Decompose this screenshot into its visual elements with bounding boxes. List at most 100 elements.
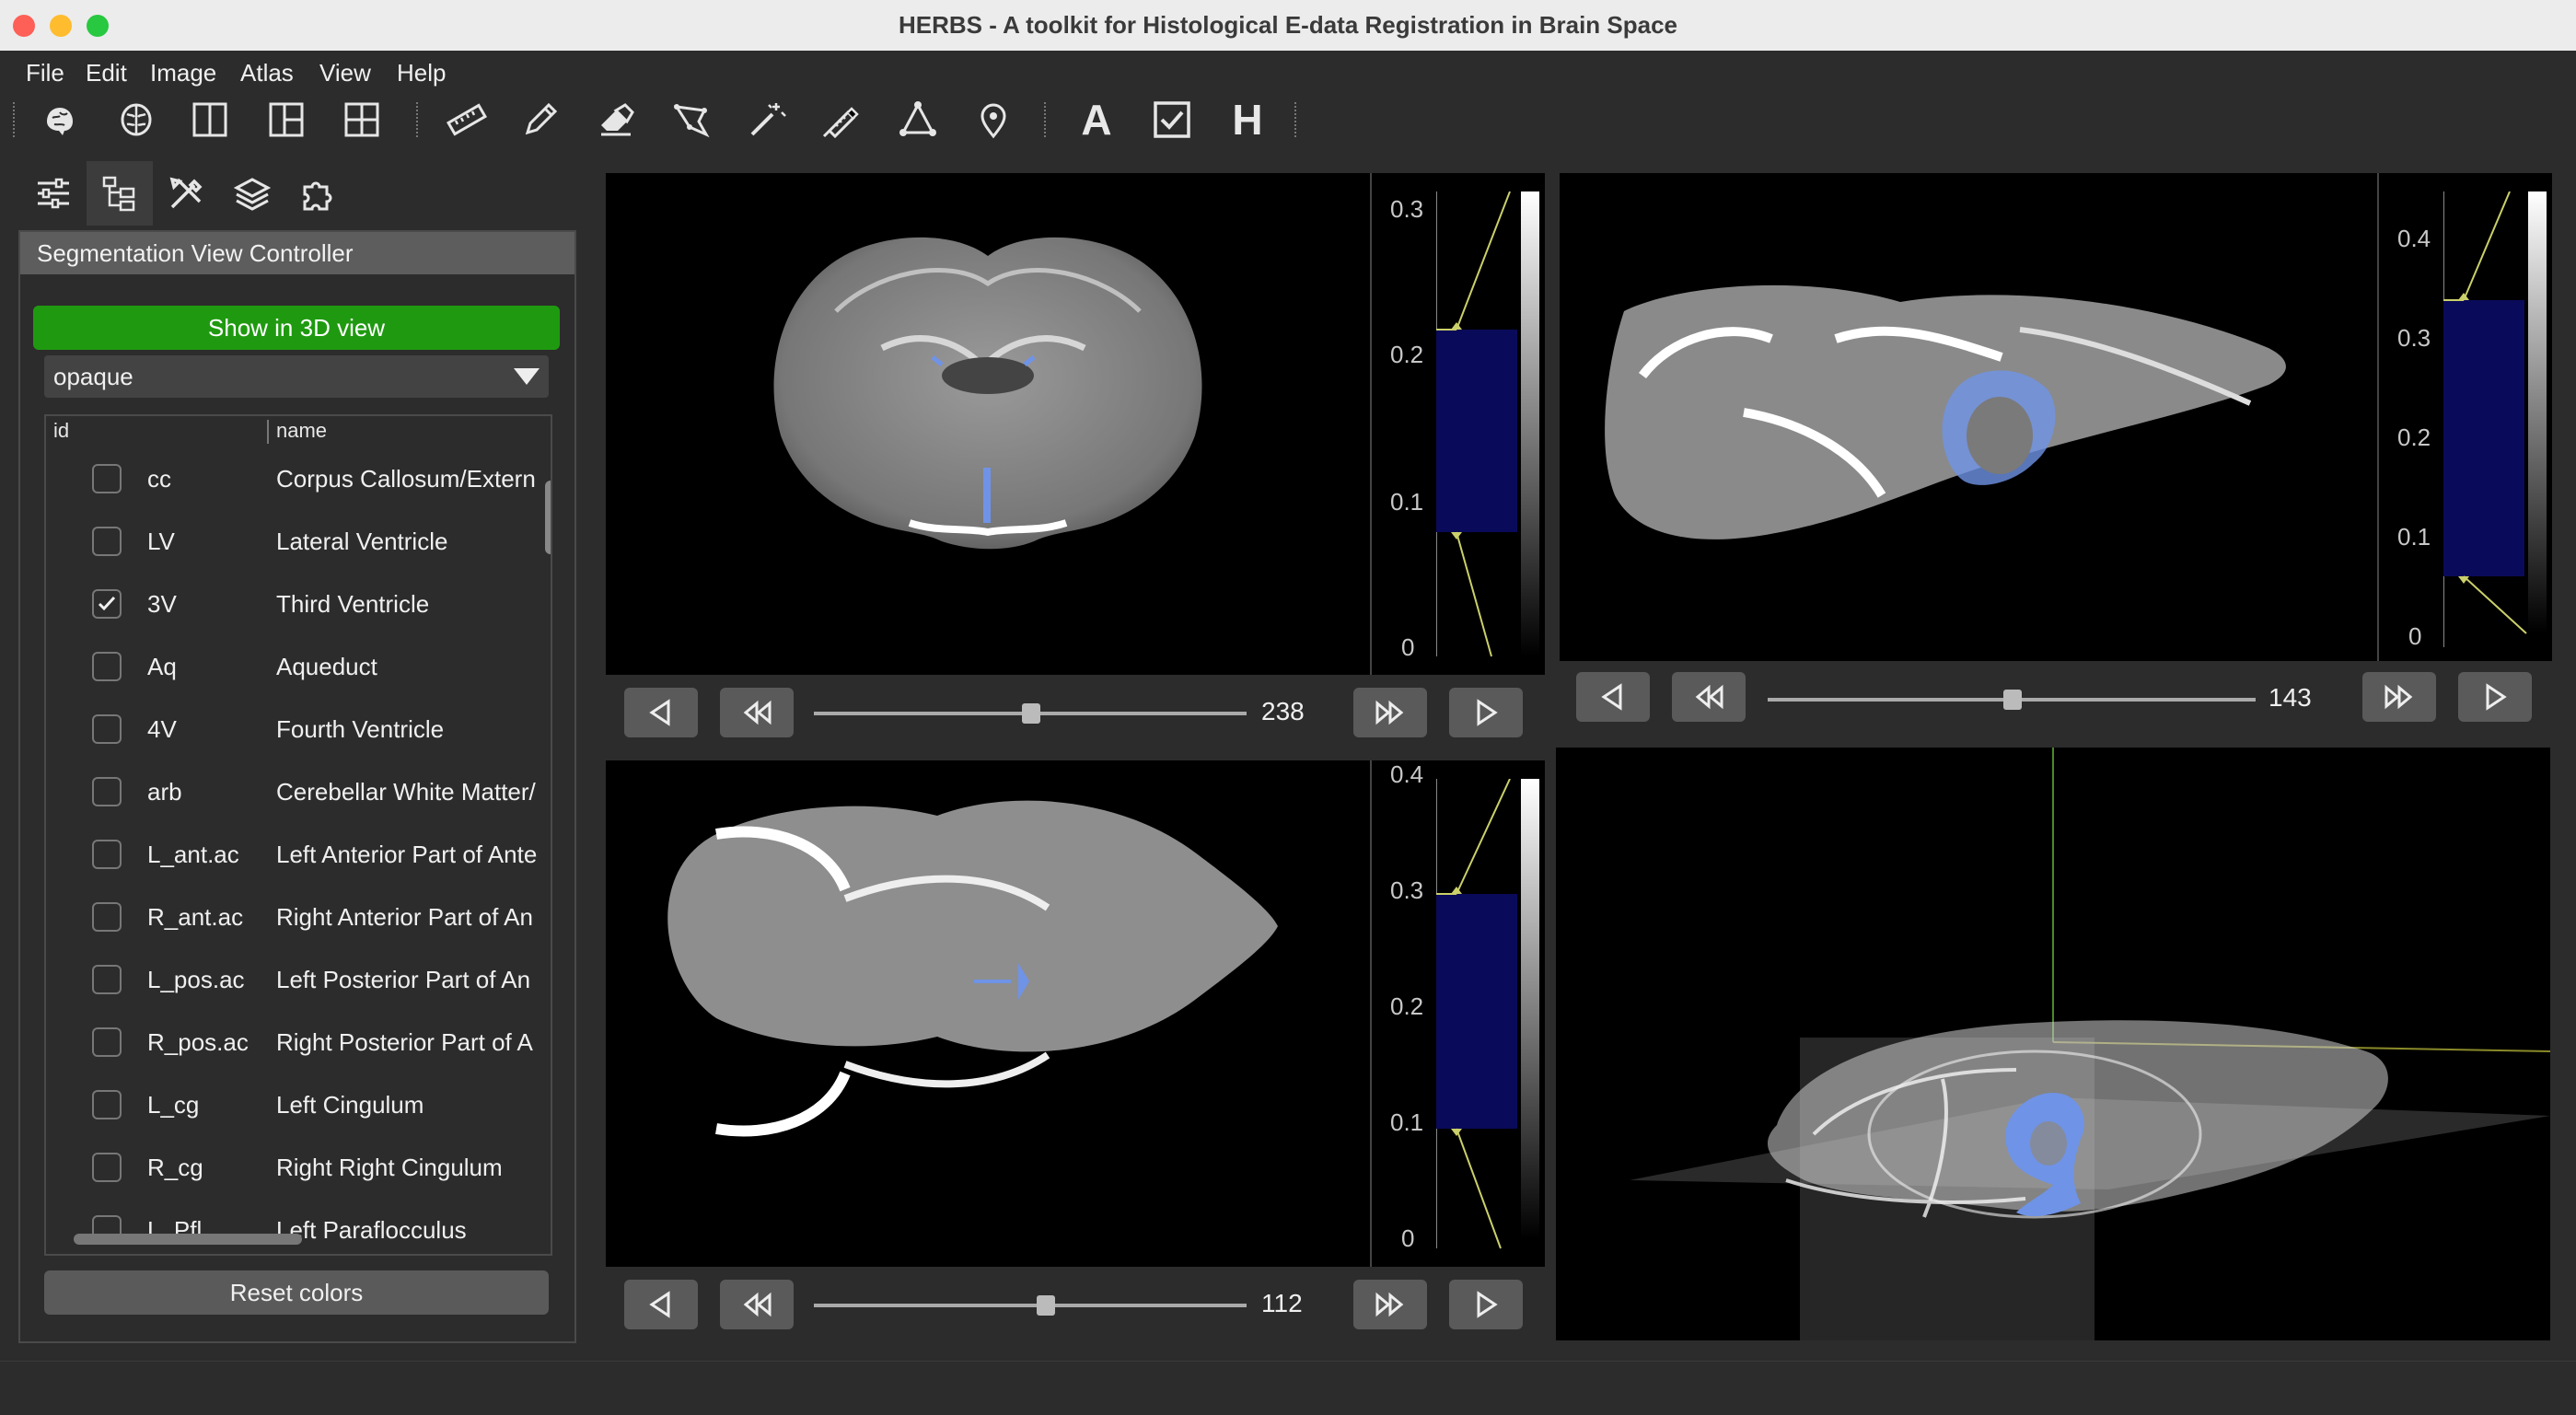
- row-checkbox[interactable]: [92, 965, 122, 994]
- coronal-slice-view[interactable]: [606, 173, 1370, 675]
- menu-edit[interactable]: Edit: [86, 51, 127, 95]
- row-checkbox[interactable]: [92, 1153, 122, 1182]
- sagittal-slice-view[interactable]: [1560, 173, 2377, 661]
- table-row[interactable]: arb Cerebellar White Matter/: [46, 760, 551, 823]
- table-row[interactable]: L_Pfl Left Paraflocculus: [46, 1199, 551, 1254]
- fast-forward-button[interactable]: [2362, 672, 2436, 722]
- checkmark-icon: [98, 596, 116, 611]
- slice-slider-handle[interactable]: [1022, 703, 1040, 724]
- slice-slider-track[interactable]: [814, 1304, 1247, 1307]
- row-checkbox[interactable]: [92, 652, 122, 681]
- sagittal-histogram[interactable]: 0.4 0.3 0.2 0.1 0: [2377, 173, 2552, 661]
- fast-back-button[interactable]: [720, 1280, 794, 1329]
- table-row[interactable]: 4V Fourth Ventricle: [46, 698, 551, 760]
- table-row[interactable]: R_cg Right Right Cingulum: [46, 1136, 551, 1199]
- status-bar: [0, 1361, 2576, 1415]
- step-back-button[interactable]: [1576, 672, 1650, 722]
- brain-outline-icon[interactable]: [113, 97, 159, 143]
- row-name: Cerebellar White Matter/: [276, 778, 536, 806]
- fast-forward-button[interactable]: [1353, 1280, 1427, 1329]
- menu-image[interactable]: Image: [150, 51, 216, 95]
- horizontal-scrollbar[interactable]: [74, 1234, 302, 1245]
- menu-file[interactable]: File: [26, 51, 64, 95]
- table-row[interactable]: LV Lateral Ventricle: [46, 510, 551, 573]
- brain-icon[interactable]: [37, 97, 83, 143]
- column-header-name[interactable]: name: [276, 416, 327, 446]
- step-back-button[interactable]: [624, 1280, 698, 1329]
- column-header-id[interactable]: id: [53, 416, 69, 446]
- opacity-select-value: opaque: [53, 363, 133, 390]
- menu-view[interactable]: View: [319, 51, 371, 95]
- fast-back-button[interactable]: [720, 688, 794, 737]
- table-row[interactable]: 3V Third Ventricle: [46, 573, 551, 635]
- menu-help[interactable]: Help: [397, 51, 446, 95]
- location-pin-icon[interactable]: [970, 97, 1016, 143]
- tree-icon[interactable]: [87, 161, 153, 226]
- slice-slider-handle[interactable]: [2003, 690, 2022, 710]
- column-divider[interactable]: [267, 420, 269, 444]
- text-icon[interactable]: A: [1073, 97, 1120, 143]
- pencil-icon[interactable]: [517, 97, 563, 143]
- row-id: 4V: [147, 715, 177, 743]
- probe-icon[interactable]: [818, 97, 864, 143]
- row-checkbox[interactable]: [92, 840, 122, 869]
- sliders-icon[interactable]: [20, 161, 87, 226]
- row-checkbox[interactable]: [92, 714, 122, 744]
- slice-slider-handle[interactable]: [1037, 1295, 1055, 1316]
- eraser-icon[interactable]: [593, 97, 639, 143]
- row-checkbox[interactable]: [92, 1090, 122, 1119]
- histogram-tick: 0: [1401, 633, 1415, 661]
- step-forward-button[interactable]: [1449, 688, 1523, 737]
- ruler-icon[interactable]: [444, 97, 490, 143]
- table-row[interactable]: R_pos.ac Right Posterior Part of A: [46, 1011, 551, 1073]
- toolbar: A H: [0, 95, 2576, 145]
- reset-colors-button[interactable]: Reset colors: [44, 1270, 549, 1315]
- toolbar-separator: [13, 102, 15, 137]
- 3d-view[interactable]: [1556, 748, 2550, 1340]
- fast-back-button[interactable]: [1672, 672, 1746, 722]
- table-row[interactable]: L_cg Left Cingulum: [46, 1073, 551, 1136]
- coronal-histogram[interactable]: 0.3 0.2 0.1 0: [1370, 173, 1545, 675]
- h-icon[interactable]: H: [1224, 97, 1271, 143]
- layout-two-column-icon[interactable]: [187, 97, 233, 143]
- table-row[interactable]: Aq Aqueduct: [46, 635, 551, 698]
- magic-wand-icon[interactable]: [744, 97, 790, 143]
- row-checkbox[interactable]: [92, 589, 122, 619]
- table-row[interactable]: R_ant.ac Right Anterior Part of An: [46, 886, 551, 948]
- horizontal-slice-view[interactable]: [606, 760, 1370, 1267]
- tools-icon[interactable]: [153, 161, 219, 226]
- row-name: Left Posterior Part of An: [276, 966, 531, 993]
- layout-three-pane-icon[interactable]: [263, 97, 309, 143]
- vertical-scrollbar[interactable]: [545, 481, 551, 554]
- row-checkbox[interactable]: [92, 777, 122, 806]
- step-forward-button[interactable]: [1449, 1280, 1523, 1329]
- row-checkbox[interactable]: [92, 1027, 122, 1057]
- opacity-select[interactable]: opaque: [44, 355, 549, 398]
- lasso-icon[interactable]: [668, 97, 714, 143]
- row-checkbox[interactable]: [92, 464, 122, 493]
- row-id: arb: [147, 778, 182, 806]
- menu-atlas[interactable]: Atlas: [240, 51, 294, 95]
- table-row[interactable]: cc Corpus Callosum/Extern: [46, 447, 551, 510]
- table-row[interactable]: L_ant.ac Left Anterior Part of Ante: [46, 823, 551, 886]
- fast-forward-button[interactable]: [1353, 688, 1427, 737]
- layers-icon[interactable]: [219, 161, 285, 226]
- row-id: L_ant.ac: [147, 841, 239, 868]
- slice-number: 112: [1261, 1289, 1303, 1317]
- row-name: Corpus Callosum/Extern: [276, 465, 536, 493]
- table-row[interactable]: L_pos.ac Left Posterior Part of An: [46, 948, 551, 1011]
- puzzle-icon[interactable]: [285, 161, 352, 226]
- checkbox-icon[interactable]: [1149, 97, 1195, 143]
- step-back-button[interactable]: [624, 688, 698, 737]
- panel-title: Segmentation View Controller: [20, 232, 574, 274]
- histogram-plot: [1436, 779, 1539, 1249]
- triangle-icon[interactable]: [895, 97, 941, 143]
- row-checkbox[interactable]: [92, 527, 122, 556]
- horizontal-histogram[interactable]: 0.4 0.3 0.2 0.1 0: [1370, 760, 1545, 1267]
- row-checkbox[interactable]: [92, 902, 122, 932]
- row-id: R_cg: [147, 1154, 203, 1181]
- step-forward-button[interactable]: [2458, 672, 2532, 722]
- row-id: LV: [147, 528, 175, 555]
- layout-grid-icon[interactable]: [339, 97, 385, 143]
- show-in-3d-button[interactable]: Show in 3D view: [33, 306, 560, 350]
